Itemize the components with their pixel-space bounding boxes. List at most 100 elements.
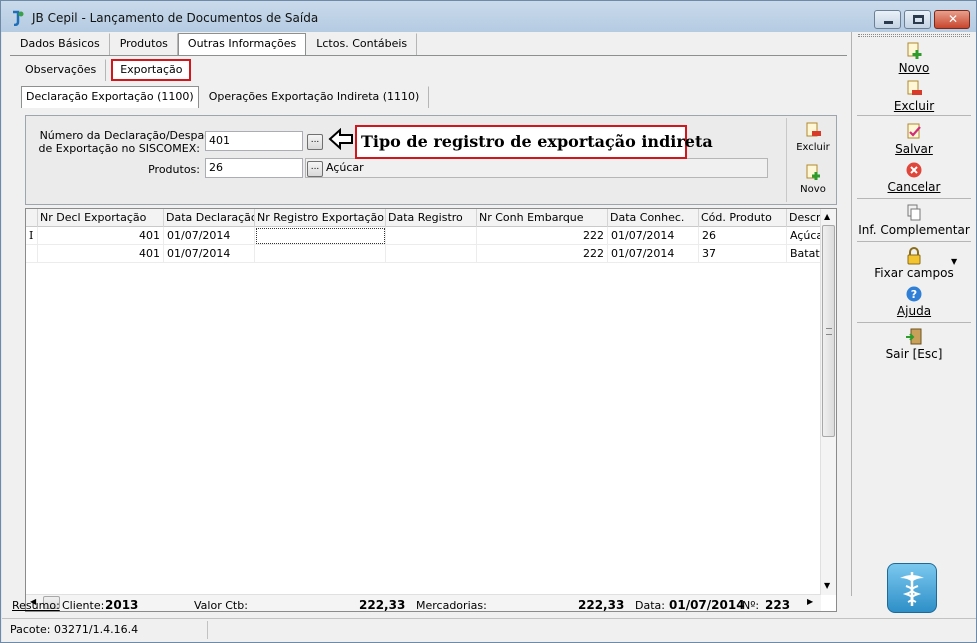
table-row[interactable]: 401 01/07/2014 222 01/07/2014 37 Batata [26,245,821,263]
sub-tabs: Observações Exportação [15,59,192,83]
documents-icon [907,204,921,221]
declaracao-input[interactable]: 401 [205,131,303,151]
cell-nr-registro-focused[interactable] [255,227,386,245]
tab-lctos-contabeis[interactable]: Lctos. Contábeis [306,33,418,55]
sub-sub-tabs: Declaração Exportação (1100) Operações E… [21,86,430,110]
novo-label: Novo [898,61,930,75]
tab-divider [10,55,847,56]
salvar-button[interactable]: Salvar [852,123,976,156]
cell-cod-produto[interactable]: 26 [699,227,787,245]
fixar-campos-button[interactable]: Fixar campos ▼ [852,247,976,280]
numero-label: Nº: [742,599,760,612]
cell-data-conhec[interactable]: 01/07/2014 [608,245,699,263]
caduceus-icon [900,572,924,606]
inf-complementar-label: Inf. Complementar [858,223,970,237]
new-doc-icon [806,164,820,180]
col-data-declaracao[interactable]: Data Declaração [164,209,255,227]
valor-ctb-label: Valor Ctb: [194,599,248,612]
panel-novo-button[interactable]: Novo [795,164,831,195]
fixar-campos-label: Fixar campos [874,266,954,280]
toolbar-separator [857,198,971,199]
vertical-scrollbar[interactable]: ▲ ▼ [820,209,836,595]
cell-nr-decl[interactable]: 401 [38,227,164,245]
sair-label: Sair [Esc] [885,347,943,361]
toolbar-separator [857,115,971,116]
cell-nr-conh-embarque[interactable]: 222 [477,227,608,245]
scroll-down-icon[interactable]: ▼ [824,581,830,590]
maximize-button[interactable] [904,10,931,29]
col-cod-produto[interactable]: Cód. Produto [699,209,787,227]
col-data-conhec[interactable]: Data Conhec. [608,209,699,227]
tab-produtos[interactable]: Produtos [110,33,178,55]
lock-icon [907,247,921,265]
row-indicator [26,245,38,263]
ajuda-button[interactable]: ? Ajuda [852,285,976,318]
novo-button[interactable]: Novo [852,42,976,75]
annotation-label: Tipo de registro de exportação indireta [355,125,713,159]
resumo-label: Resumo: [12,599,60,612]
table-row[interactable]: I 401 01/07/2014 222 01/07/2014 26 Açúca [26,227,821,245]
close-button[interactable]: ✕ [934,10,970,29]
svg-text:?: ? [911,288,917,301]
tab-declaracao-exportacao[interactable]: Declaração Exportação (1100) [21,86,199,108]
cell-data-registro[interactable] [386,245,477,263]
col-nr-decl-exportacao[interactable]: Nr Decl Exportação [38,209,164,227]
produtos-browse-button[interactable]: ... [307,161,323,177]
cell-data-declaracao[interactable]: 01/07/2014 [164,227,255,245]
grid-header: Nr Decl Exportação Data Declaração Nr Re… [26,209,821,227]
produtos-label: Produtos: [148,163,200,176]
cell-cod-produto[interactable]: 37 [699,245,787,263]
tab-dados-basicos[interactable]: Dados Básicos [10,33,110,55]
col-data-registro[interactable]: Data Registro [386,209,477,227]
cell-data-declaracao[interactable]: 01/07/2014 [164,245,255,263]
col-nr-registro-exportacao[interactable]: Nr Registro Exportação [255,209,386,227]
delete-doc-icon [806,122,821,137]
toolbar-grip-icon [858,34,970,37]
cliente-value: 2013 [105,598,139,612]
mercadorias-label: Mercadorias: [416,599,487,612]
cancel-icon [906,162,922,178]
scroll-up-icon[interactable]: ▲ [824,212,830,221]
pacote-text: Pacote: 03271/1.4.16.4 [10,623,139,636]
mercadorias-value: 222,33 [578,598,625,612]
tab-operacoes-exportacao-indireta[interactable]: Operações Exportação Indireta (1110) [199,86,430,108]
cell-descricao[interactable]: Açúca [787,227,821,245]
cell-data-registro[interactable] [386,227,477,245]
delete-doc-icon [907,80,922,95]
col-nr-conh-embarque[interactable]: Nr Conh Embarque [477,209,608,227]
cell-nr-conh-embarque[interactable]: 222 [477,245,608,263]
col-descricao[interactable]: Descri [787,209,821,227]
cell-nr-registro[interactable] [255,245,386,263]
cell-descricao[interactable]: Batata [787,245,821,263]
window-title: JB Cepil - Lançamento de Documentos de S… [32,11,319,25]
toolbar-separator [857,322,971,323]
exit-door-icon [906,328,922,345]
tab-exportacao[interactable]: Exportação [111,59,192,81]
minimize-icon [884,21,893,24]
main-tabs: Dados Básicos Produtos Outras Informaçõe… [10,33,418,57]
vertical-scroll-thumb[interactable] [822,225,835,437]
tab-outras-informacoes[interactable]: Outras Informações [177,33,307,55]
declaracao-label-2: de Exportação no SISCOMEX: [38,142,200,155]
summary-bar: Resumo: Cliente: 2013 Valor Ctb: 222,33 … [2,596,850,616]
produtos-input[interactable]: 26 [205,158,303,178]
declaracao-browse-button[interactable]: ... [307,134,323,150]
client-area: Dados Básicos Produtos Outras Informaçõe… [2,32,976,642]
inf-complementar-button[interactable]: Inf. Complementar [852,204,976,237]
dropdown-arrow-icon[interactable]: ▼ [951,257,957,266]
panel-excluir-button[interactable]: Excluir [795,122,831,153]
panel-divider [786,118,787,202]
minimize-button[interactable] [874,10,901,29]
numero-value: 223 [765,598,791,612]
cell-nr-decl[interactable]: 401 [38,245,164,263]
row-indicator-header [26,209,38,227]
excluir-label: Excluir [893,99,935,113]
cell-data-conhec[interactable]: 01/07/2014 [608,227,699,245]
sair-button[interactable]: Sair [Esc] [852,328,976,361]
excluir-button[interactable]: Excluir [852,80,976,113]
produtos-description: Açúcar [305,158,768,178]
tab-observacoes[interactable]: Observações [15,59,107,81]
data-value: 01/07/2014 [669,598,745,612]
maximize-icon [913,15,924,24]
cancelar-button[interactable]: Cancelar [852,161,976,194]
